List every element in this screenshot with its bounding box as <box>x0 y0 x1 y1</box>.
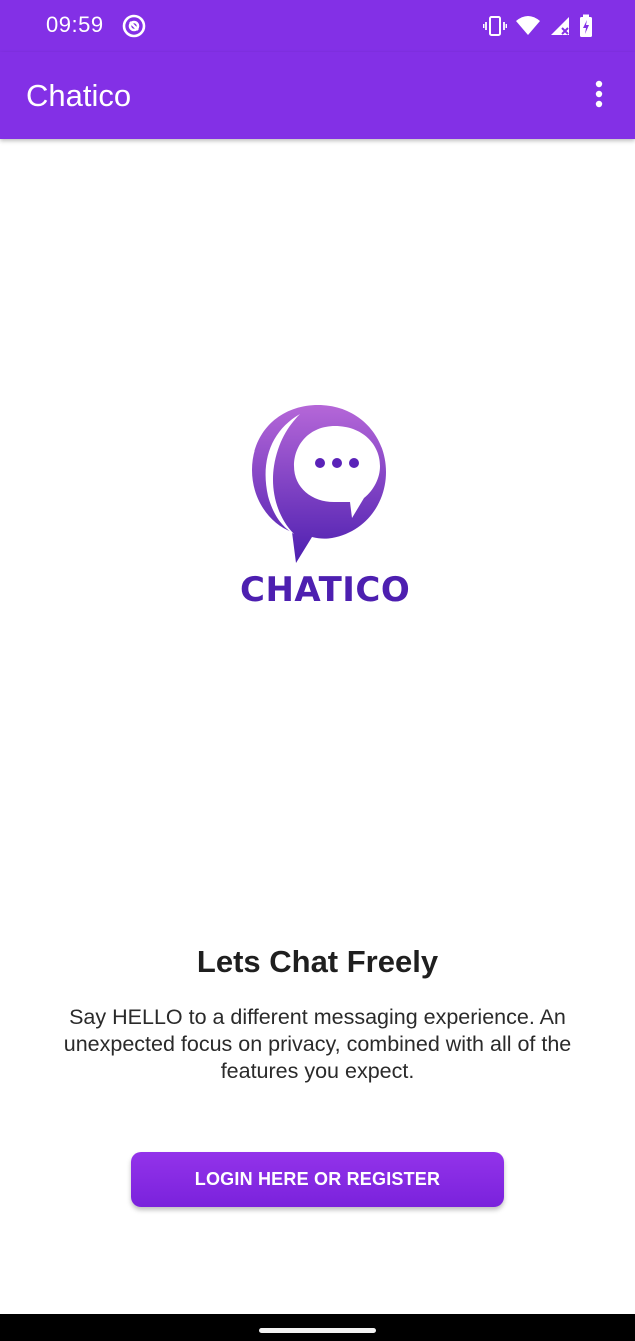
status-bar: 09:59 <box>0 0 635 52</box>
at-sign-icon <box>122 14 146 38</box>
status-time: 09:59 <box>46 12 104 37</box>
description: Say HELLO to a different messaging exper… <box>63 1005 572 1083</box>
battery-charging-icon <box>580 14 592 37</box>
cell-signal-icon <box>551 17 569 35</box>
wifi-icon <box>516 16 540 35</box>
more-vert-icon[interactable] <box>587 78 611 114</box>
vibrate-icon <box>483 16 507 36</box>
headline: Lets Chat Freely <box>196 944 439 979</box>
login-register-button[interactable]: LOGIN HERE OR REGISTER <box>131 1152 504 1207</box>
chat-bubble-logo-icon <box>252 405 386 563</box>
navigation-bar <box>0 1314 635 1341</box>
logo-wordmark: CHATICO <box>240 570 411 610</box>
app-bar: Chatico <box>0 52 635 139</box>
app-logo: CHATICO <box>240 400 411 612</box>
home-handle[interactable] <box>259 1328 376 1333</box>
status-icons <box>483 13 593 39</box>
app-title: Chatico <box>26 78 132 113</box>
